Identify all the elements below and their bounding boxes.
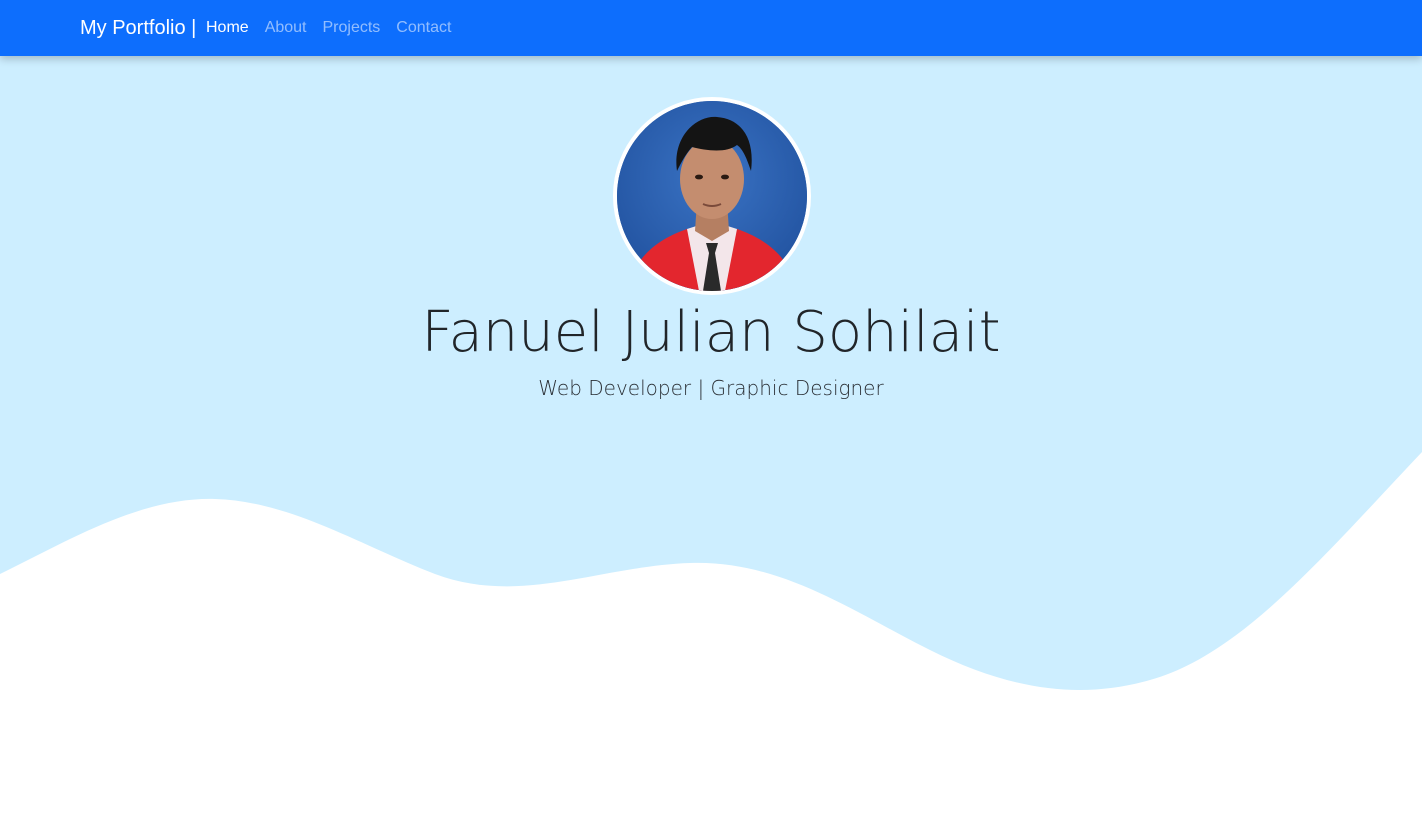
hero-subtitle: Web Developer | Graphic Designer bbox=[538, 376, 884, 400]
profile-photo-icon bbox=[617, 101, 807, 291]
nav-link-about[interactable]: About bbox=[265, 19, 307, 36]
nav-item-about: About bbox=[265, 18, 307, 38]
hero-name: Fanuel Julian Sohilait bbox=[421, 300, 1001, 365]
avatar bbox=[613, 97, 811, 295]
top-navbar: My Portfolio | Home About Projects Conta… bbox=[0, 0, 1422, 56]
nav-item-contact: Contact bbox=[396, 18, 451, 38]
nav-link-projects[interactable]: Projects bbox=[323, 19, 381, 36]
nav-item-home: Home bbox=[206, 18, 249, 38]
nav-link-home[interactable]: Home bbox=[206, 19, 249, 36]
nav-item-projects: Projects bbox=[323, 18, 381, 38]
brand-link[interactable]: My Portfolio | bbox=[80, 16, 196, 40]
nav-link-contact[interactable]: Contact bbox=[396, 19, 451, 36]
nav-links: Home About Projects Contact bbox=[206, 18, 451, 38]
